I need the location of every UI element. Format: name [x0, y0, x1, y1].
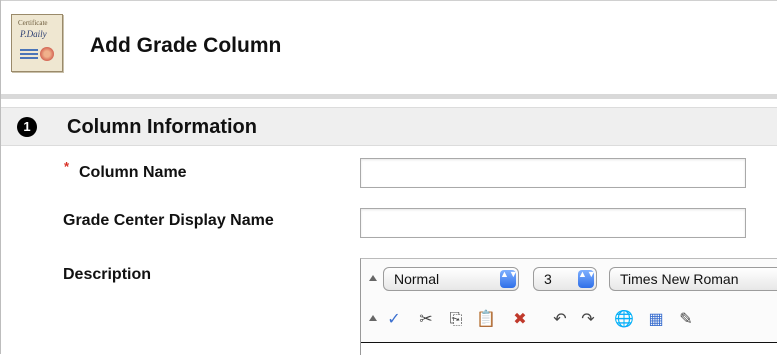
certificate-icon-script: P.Daily: [20, 29, 47, 39]
font-select[interactable]: Times New Roman: [609, 267, 777, 291]
certificate-lines: [20, 49, 38, 59]
editor-toolbar-row1: Normal ▲▼ 3 ▲▼ Times New Roman: [361, 267, 777, 295]
step-number-badge: 1: [17, 117, 37, 137]
chevron-updown-icon: ▲▼: [578, 270, 596, 288]
certificate-icon: Certificate P.Daily: [11, 14, 63, 72]
page-title: Add Grade Column: [90, 34, 282, 57]
format-select[interactable]: Normal ▲▼: [383, 267, 519, 291]
page-header: Certificate P.Daily Add Grade Column: [1, 1, 777, 93]
undo-icon[interactable]: ↶: [549, 309, 571, 331]
size-select[interactable]: 3 ▲▼: [533, 267, 597, 291]
section-title: Column Information: [67, 116, 257, 138]
collapse-toolbar-icon[interactable]: [369, 275, 377, 281]
clear-format-icon[interactable]: ✖: [509, 309, 531, 331]
link-icon[interactable]: 🌐: [613, 309, 635, 331]
spellcheck-icon[interactable]: ✓: [383, 309, 405, 331]
font-select-value: Times New Roman: [620, 271, 739, 287]
paste-icon[interactable]: 📋: [475, 309, 497, 331]
description-editor: Normal ▲▼ 3 ▲▼ Times New Roman ✓ ✂ ⎘ 📋 ✖…: [360, 258, 777, 356]
pencil-icon[interactable]: ✎: [675, 309, 697, 331]
cut-icon[interactable]: ✂: [415, 309, 437, 331]
redo-icon[interactable]: ↷: [577, 309, 599, 331]
column-name-input[interactable]: [360, 158, 746, 188]
display-name-input[interactable]: [360, 208, 746, 238]
section-header: 1 Column Information: [1, 107, 777, 146]
page: Certificate P.Daily Add Grade Column 1 C…: [0, 0, 777, 356]
collapse-toolbar-icon[interactable]: [369, 315, 377, 321]
certificate-icon-text: Certificate: [18, 19, 48, 27]
display-name-label: Grade Center Display Name: [63, 212, 274, 229]
description-label: Description: [63, 266, 152, 283]
editor-toolbar-row2: ✓ ✂ ⎘ 📋 ✖ ↶ ↷ 🌐 ▦ ✎: [361, 307, 777, 335]
size-select-value: 3: [544, 271, 552, 287]
column-name-label: Column Name: [79, 164, 187, 181]
copy-icon[interactable]: ⎘: [445, 309, 467, 331]
seal-icon: [40, 47, 54, 61]
format-select-value: Normal: [394, 271, 440, 287]
required-asterisk: *: [64, 159, 70, 174]
header-divider: [1, 94, 777, 99]
table-icon[interactable]: ▦: [645, 309, 667, 331]
chevron-updown-icon: ▲▼: [500, 270, 518, 288]
